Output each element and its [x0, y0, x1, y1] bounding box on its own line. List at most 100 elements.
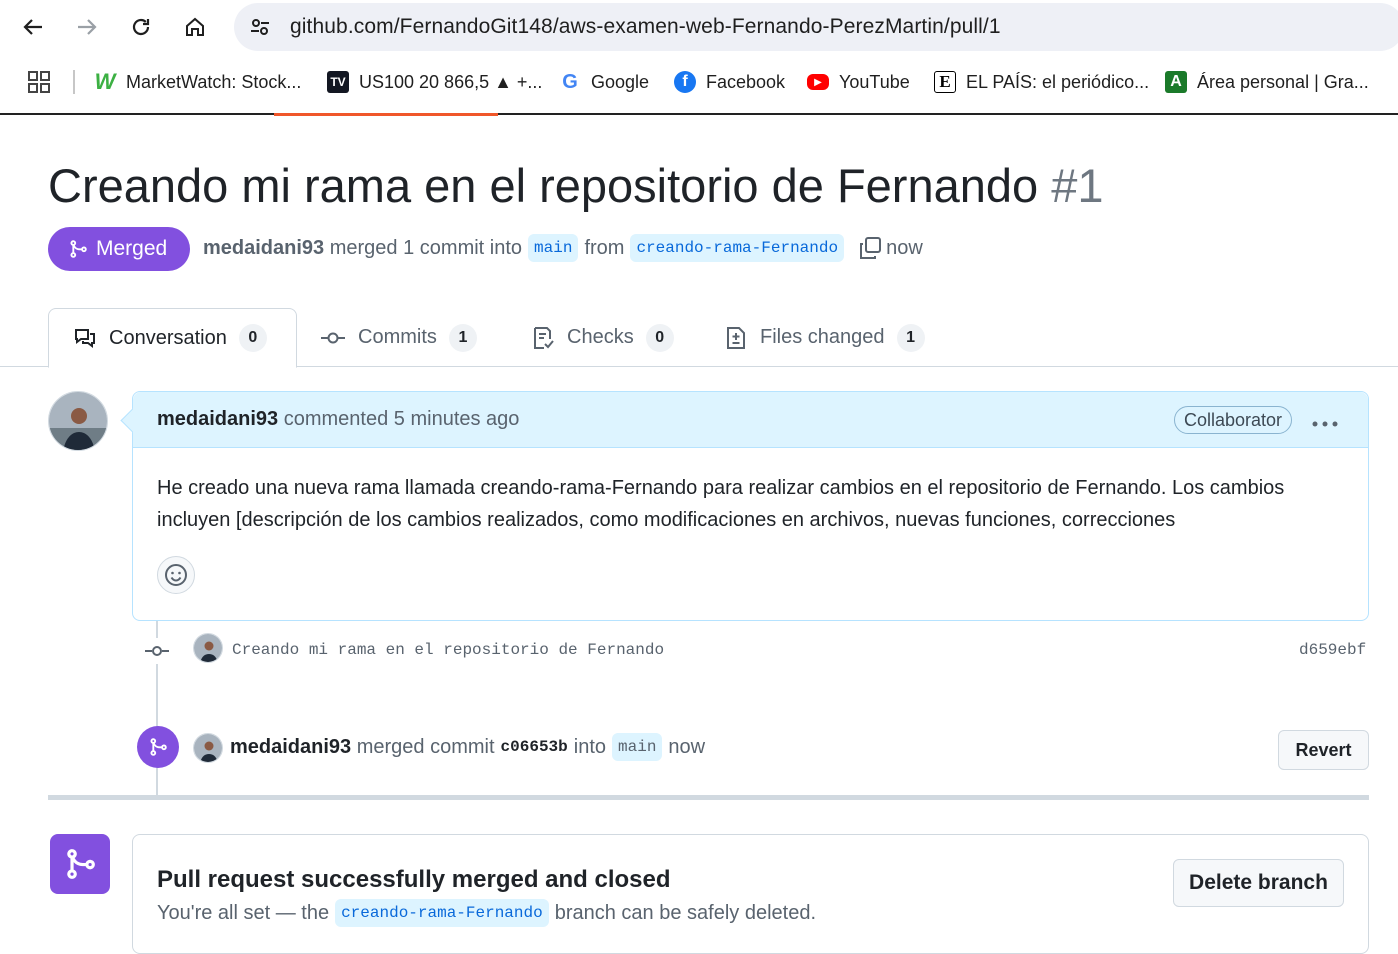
merge-text: merged commit: [356, 735, 495, 758]
merge-author-link[interactable]: medaidani93: [230, 736, 351, 759]
apps-button[interactable]: [27, 68, 51, 96]
pr-author-link[interactable]: medaidani93: [203, 237, 324, 260]
bookmark-label: Facebook: [706, 71, 786, 92]
git-merge-icon: [67, 849, 95, 879]
user-avatar-icon: [49, 392, 107, 450]
tab-files-changed[interactable]: Files changed 1: [724, 308, 925, 367]
head-branch-link[interactable]: creando-rama-Fernando: [630, 234, 845, 262]
back-button[interactable]: [14, 8, 52, 46]
git-merge-icon: [150, 738, 167, 756]
tab-counter: 1: [896, 323, 925, 352]
merge-commit-sha[interactable]: c06653b: [501, 738, 568, 756]
timeline-break: [48, 795, 1369, 800]
bookmark-label: YouTube: [839, 71, 910, 92]
bookmark-youtube[interactable]: ▶ YouTube: [807, 68, 910, 96]
sub-prefix: You're all set — the: [157, 901, 330, 924]
role-badge: Collaborator: [1174, 406, 1293, 434]
merge-event-badge: [137, 726, 179, 768]
avatar[interactable]: [48, 391, 108, 451]
revert-button[interactable]: Revert: [1278, 730, 1369, 770]
arrow-left-icon: [23, 19, 42, 35]
pr-number: #1: [1051, 159, 1104, 212]
pr-meta: medaidani93 merged 1 commit into main fr…: [203, 234, 923, 262]
state-label: Merged: [96, 237, 168, 260]
git-merge-icon: [70, 240, 87, 258]
browser-toolbar: github.com/FernandoGit148/aws-examen-web…: [0, 0, 1398, 54]
merge-status-title: Pull request successfully merged and clo…: [157, 866, 671, 893]
site-info-button[interactable]: [246, 13, 274, 41]
comment-author-link[interactable]: medaidani93: [157, 408, 278, 430]
forward-button[interactable]: [68, 8, 106, 46]
url-text[interactable]: github.com/FernandoGit148/aws-examen-web…: [290, 15, 1001, 39]
arrow-right-icon: [78, 19, 97, 35]
comment-header: medaidani93 commented 5 minutes ago Coll…: [133, 392, 1368, 448]
home-icon: [186, 17, 204, 36]
merge-time[interactable]: now: [668, 736, 705, 759]
bookmark-aula[interactable]: A Área personal | Gra...: [1165, 68, 1369, 96]
tab-commits[interactable]: Commits 1: [320, 308, 477, 367]
tab-label: Commits: [358, 326, 437, 348]
pr-tabs: Conversation 0 Commits 1 Checks 0 Files …: [0, 308, 1398, 368]
state-badge-merged: Merged: [48, 227, 190, 271]
apps-grid-icon: [28, 71, 50, 93]
tab-label: Conversation: [109, 326, 227, 349]
comment-body: He creado una nueva rama llamada creando…: [157, 477, 1285, 531]
tune-icon: [251, 19, 269, 35]
bookmark-tradingview[interactable]: TV US100 20 866,5 ▲ +...: [327, 68, 542, 96]
bookmark-label: Google: [591, 71, 650, 92]
chrome-separator: [0, 113, 1398, 115]
avatar[interactable]: [193, 733, 223, 763]
bookmark-facebook[interactable]: f Facebook: [674, 68, 785, 96]
merge-status-subtext: You're all set — the creando-rama-Fernan…: [157, 899, 816, 927]
comment-options-button[interactable]: [1311, 408, 1339, 434]
merge-base-branch[interactable]: main: [612, 733, 663, 761]
bookmarks-bar: W MarketWatch: Stock... TV US100 20 866,…: [0, 58, 1398, 106]
bookmark-elpais[interactable]: E EL PAÍS: el periódico...: [934, 68, 1149, 96]
header-underline: [274, 113, 498, 116]
bookmark-label: MarketWatch: Stock...: [126, 71, 302, 92]
pr-time: now: [886, 236, 923, 259]
reload-icon: [132, 18, 150, 36]
merged-text: merged 1 commit into: [329, 236, 523, 259]
tab-conversation[interactable]: Conversation 0: [48, 308, 297, 368]
merged-status-icon: [50, 834, 110, 894]
google-icon: G: [562, 70, 578, 93]
tab-checks[interactable]: Checks 0: [531, 308, 674, 367]
commit-sha-link[interactable]: d659ebf: [1299, 641, 1366, 659]
reload-button[interactable]: [122, 8, 160, 46]
copy-branch-button[interactable]: [858, 236, 882, 260]
git-commit-icon: [145, 646, 169, 656]
commit-message-link[interactable]: Creando mi rama en el repositorio de Fer…: [232, 641, 664, 659]
kebab-horizontal-icon: [1312, 421, 1338, 427]
comment-timestamp[interactable]: commented 5 minutes ago: [284, 408, 520, 430]
merge-status-box: Pull request successfully merged and clo…: [132, 834, 1369, 954]
tab-label: Checks: [567, 326, 634, 348]
smiley-icon: [165, 564, 187, 586]
marketwatch-icon: W: [94, 69, 116, 94]
bookmark-google[interactable]: G Google: [559, 68, 649, 96]
tab-counter: 1: [448, 323, 477, 352]
tab-counter: 0: [645, 323, 674, 352]
sub-suffix: branch can be safely deleted.: [554, 901, 817, 924]
git-commit-icon: [320, 326, 346, 350]
pr-title-text: Creando mi rama en el repositorio de Fer…: [48, 159, 1039, 212]
file-diff-icon: [724, 326, 748, 350]
bookmarks-divider: [73, 70, 75, 94]
bookmark-marketwatch[interactable]: W MarketWatch: Stock...: [94, 68, 302, 96]
base-branch-link[interactable]: main: [528, 234, 579, 262]
delete-branch-name[interactable]: creando-rama-Fernando: [335, 899, 549, 927]
add-reaction-button[interactable]: [157, 556, 195, 594]
tradingview-icon: TV: [327, 71, 349, 93]
youtube-icon: ▶: [807, 74, 829, 90]
user-avatar-icon: [194, 634, 222, 662]
home-button[interactable]: [176, 8, 214, 46]
address-bar[interactable]: github.com/FernandoGit148/aws-examen-web…: [234, 3, 1398, 51]
avatar[interactable]: [193, 633, 223, 663]
comment-meta: medaidani93 commented 5 minutes ago: [157, 408, 519, 431]
copy-icon: [860, 237, 882, 259]
facebook-icon: f: [674, 71, 696, 93]
checklist-icon: [531, 326, 555, 350]
bookmark-label: EL PAÍS: el periódico...: [966, 71, 1150, 92]
delete-branch-button[interactable]: Delete branch: [1173, 859, 1344, 907]
commit-node: [144, 638, 170, 664]
